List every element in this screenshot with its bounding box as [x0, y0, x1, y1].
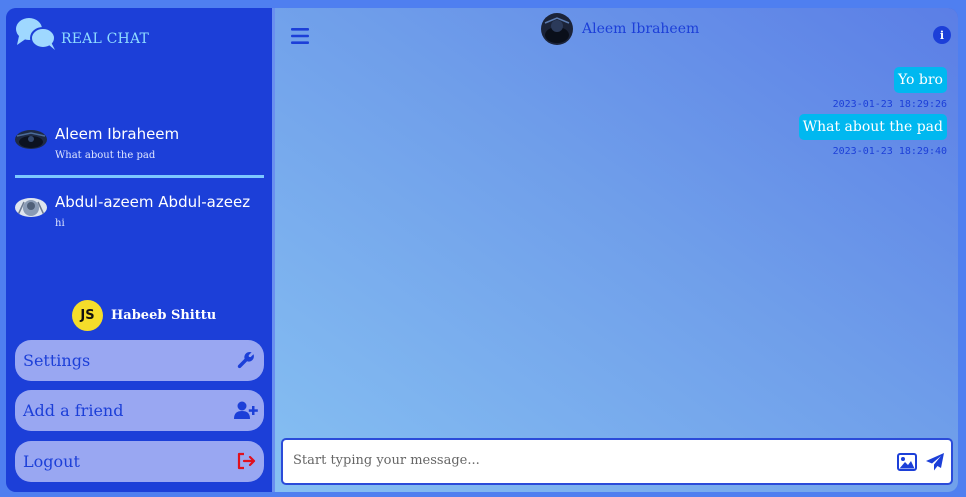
contact-name: Aleem Ibraheem — [582, 21, 700, 37]
wrench-icon — [237, 351, 254, 369]
chat-item-abdul-azeem[interactable]: Abdul-azeem Abdul-azeez hi — [15, 187, 264, 243]
settings-label: Settings — [23, 351, 91, 370]
message-bubble: What about the pad — [798, 114, 947, 140]
header-avatar — [541, 13, 573, 45]
message-input[interactable] — [291, 452, 875, 469]
chat-panel: Aleem Ibraheem i Yo bro 2023-01-23 18:29… — [272, 8, 958, 492]
chat-last-message: hi — [55, 218, 65, 229]
hamburger-icon[interactable] — [291, 28, 309, 44]
add-friend-button[interactable]: Add a friend — [15, 390, 264, 431]
chat-item-aleem[interactable]: Aleem Ibraheem What about the pad — [15, 119, 264, 178]
user-avatar-badge: JS — [72, 300, 103, 331]
add-user-icon — [234, 401, 258, 419]
avatar — [15, 198, 47, 217]
settings-button[interactable]: Settings — [15, 340, 264, 381]
user-name: Habeeb Shittu — [111, 308, 217, 323]
add-friend-label: Add a friend — [23, 401, 124, 420]
logout-icon — [237, 452, 256, 470]
logo: REAL CHAT — [15, 17, 149, 51]
chat-header-contact: Aleem Ibraheem — [541, 13, 699, 45]
logo-text: REAL CHAT — [61, 31, 150, 47]
avatar — [15, 130, 47, 149]
app-window: REAL CHAT Aleem Ibraheem What about the … — [6, 8, 958, 492]
chat-name: Aleem Ibraheem — [55, 125, 180, 143]
send-icon[interactable] — [925, 452, 945, 472]
chat-name: Abdul-azeem Abdul-azeez — [55, 193, 251, 211]
chat-last-message: What about the pad — [55, 150, 156, 161]
sidebar: REAL CHAT Aleem Ibraheem What about the … — [6, 8, 272, 492]
logout-label: Logout — [23, 452, 80, 471]
logout-button[interactable]: Logout — [15, 441, 264, 482]
chat-bubbles-icon — [16, 18, 56, 50]
message-composer — [281, 438, 953, 485]
image-icon[interactable] — [897, 453, 917, 471]
message-bubble: Yo bro — [894, 67, 947, 93]
info-icon[interactable]: i — [933, 26, 951, 44]
current-user: JS Habeeb Shittu — [72, 300, 216, 331]
message-timestamp: 2023-01-23 18:29:40 — [832, 146, 947, 157]
message-timestamp: 2023-01-23 18:29:26 — [832, 99, 947, 110]
